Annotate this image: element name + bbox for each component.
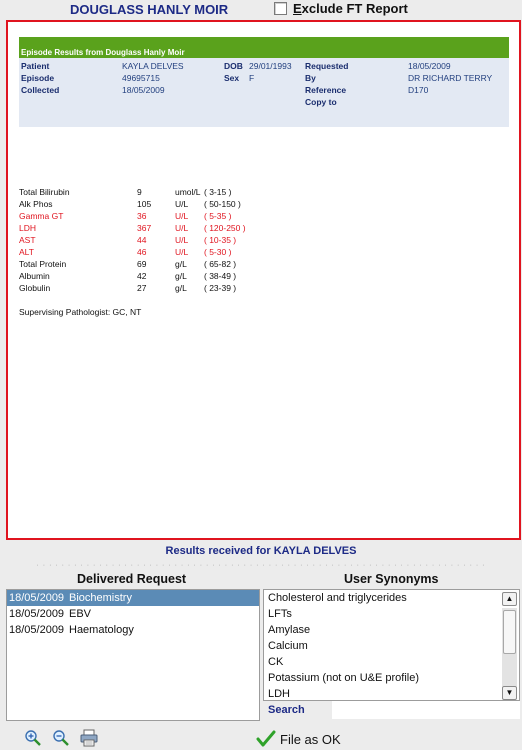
result-range: ( 23-39 ) <box>204 283 237 293</box>
requested-label: Requested <box>305 61 349 71</box>
result-range: ( 38-49 ) <box>204 271 237 281</box>
copy-to-label: Copy to <box>305 97 337 107</box>
splitter-handle[interactable]: · · · · · · · · · · · · · · · · · · · · … <box>0 562 522 569</box>
delivered-request-title: Delivered Request <box>77 572 187 586</box>
result-value: 42 <box>137 271 147 281</box>
result-range: ( 10-35 ) <box>204 235 237 245</box>
synonym-item[interactable]: LFTs <box>268 606 292 622</box>
bottom-toolbar: File as OK <box>0 726 522 750</box>
synonyms-scrollbar[interactable]: ▲ ▼ <box>502 592 517 700</box>
synonym-item[interactable]: LDH <box>268 686 290 702</box>
result-range: ( 65-82 ) <box>204 259 237 269</box>
result-range: ( 5-35 ) <box>204 211 232 221</box>
result-value: 105 <box>137 199 152 209</box>
lab-title: DOUGLASS HANLY MOIR <box>70 2 229 17</box>
sex-label: Sex <box>224 73 240 83</box>
result-unit: U/L <box>175 211 189 221</box>
result-name: Gamma GT <box>19 211 64 221</box>
result-unit: U/L <box>175 223 189 233</box>
exclude-ft-checkbox[interactable] <box>274 2 287 15</box>
delivered-name: Haematology <box>69 624 134 636</box>
exclude-label: xclude FT Report <box>301 1 408 16</box>
result-name: Total Protein <box>19 259 67 269</box>
result-value: 46 <box>137 247 147 257</box>
result-value: 44 <box>137 235 147 245</box>
result-value: 36 <box>137 211 147 221</box>
requested-value: 18/05/2009 <box>408 61 451 71</box>
result-name: Globulin <box>19 283 51 293</box>
result-value: 9 <box>137 187 142 197</box>
result-name: Albumin <box>19 271 50 281</box>
exclude-ft-report-toggle[interactable]: Exclude FT Report <box>274 1 408 16</box>
synonym-item[interactable]: Potassium (not on U&E profile) <box>268 670 419 686</box>
result-name: Total Bilirubin <box>19 187 70 197</box>
result-value: 69 <box>137 259 147 269</box>
checkmark-icon <box>256 730 276 747</box>
result-unit: g/L <box>175 259 187 269</box>
file-as-ok-label: File as OK <box>280 731 341 747</box>
collected-label: Collected <box>21 85 60 95</box>
dob-label: DOB <box>224 61 243 71</box>
scroll-up-icon[interactable]: ▲ <box>502 592 517 606</box>
delivered-date: 18/05/2009 <box>9 624 65 636</box>
result-range: ( 5-30 ) <box>204 247 232 257</box>
episode-title: Episode Results from Douglass Hanly Moir <box>21 48 185 57</box>
result-range: ( 50-150 ) <box>204 199 241 209</box>
result-value: 27 <box>137 283 147 293</box>
top-bar: DOUGLASS HANLY MOIR Exclude FT Report <box>0 0 522 20</box>
delivered-item-biochemistry[interactable]: 18/05/2009 Biochemistry <box>7 590 259 606</box>
synonym-item[interactable]: CK <box>268 654 283 670</box>
zoom-out-icon[interactable] <box>52 729 70 747</box>
search-input[interactable] <box>332 701 520 719</box>
delivered-name: Biochemistry <box>69 592 132 604</box>
synonym-item[interactable]: Amylase <box>268 622 310 638</box>
synonym-item[interactable]: Calcium <box>268 638 308 654</box>
file-as-ok-button[interactable]: File as OK <box>256 730 341 748</box>
result-name: LDH <box>19 223 37 233</box>
result-range: ( 120-250 ) <box>204 223 246 233</box>
delivered-item-haematology[interactable]: 18/05/2009 Haematology <box>7 622 259 638</box>
delivered-request-list[interactable]: 18/05/2009 Biochemistry 18/05/2009 EBV 18/… <box>6 589 260 721</box>
scroll-thumb[interactable] <box>503 610 516 654</box>
result-name: AST <box>19 235 36 245</box>
results-received-banner: Results received for KAYLA DELVES <box>165 545 357 557</box>
by-value: DR RICHARD TERRY <box>408 73 493 83</box>
scroll-track[interactable] <box>502 608 517 686</box>
result-range: ( 3-15 ) <box>204 187 232 197</box>
result-unit: umol/L <box>175 187 201 197</box>
episode-label: Episode <box>21 73 55 83</box>
sex-value: F <box>249 73 255 83</box>
result-name: ALT <box>19 247 34 257</box>
result-value: 367 <box>137 223 152 233</box>
result-unit: U/L <box>175 199 189 209</box>
user-synonyms-list[interactable]: Cholesterol and triglycerides LFTs Amyla… <box>263 589 520 701</box>
supervising-pathologist: Supervising Pathologist: GC, NT <box>19 307 142 317</box>
zoom-in-icon[interactable] <box>24 729 42 747</box>
user-synonyms-title: User Synonyms <box>344 572 439 586</box>
report-viewer[interactable]: Episode Results from Douglass Hanly Moir… <box>6 20 521 540</box>
print-icon[interactable] <box>80 729 98 747</box>
result-unit: U/L <box>175 235 189 245</box>
reference-label: Reference <box>305 85 347 95</box>
patient-label: Patient <box>21 61 50 71</box>
exclude-label-mnemonic: E <box>293 1 302 16</box>
episode-value: 49695715 <box>122 73 160 83</box>
report-header: Episode Results from Douglass Hanly Moir… <box>19 37 509 127</box>
result-name: Alk Phos <box>19 199 53 209</box>
collected-value: 18/05/2009 <box>122 85 165 95</box>
result-unit: g/L <box>175 271 187 281</box>
result-unit: U/L <box>175 247 189 257</box>
delivered-item-ebv[interactable]: 18/05/2009 EBV <box>7 606 259 622</box>
dob-value: 29/01/1993 <box>249 61 292 71</box>
patient-value: KAYLA DELVES <box>122 61 184 71</box>
result-unit: g/L <box>175 283 187 293</box>
by-label: By <box>305 73 316 83</box>
reference-value: D170 <box>408 85 429 95</box>
delivered-name: EBV <box>69 608 92 620</box>
synonym-item[interactable]: Cholesterol and triglycerides <box>268 590 407 606</box>
delivered-date: 18/05/2009 <box>9 608 65 620</box>
search-label: Search <box>268 704 305 716</box>
scroll-down-icon[interactable]: ▼ <box>502 686 517 700</box>
delivered-date: 18/05/2009 <box>9 592 65 604</box>
